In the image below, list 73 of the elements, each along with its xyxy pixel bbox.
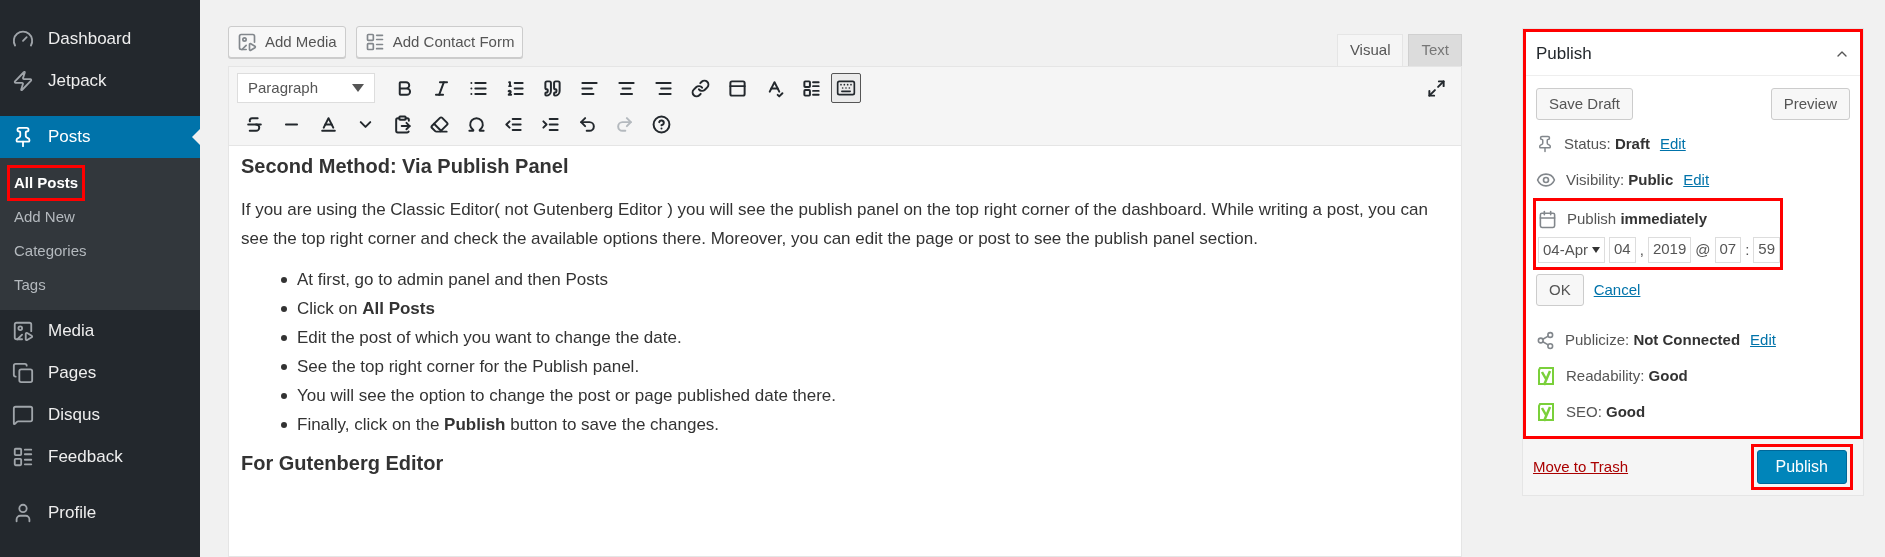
sidebar-menu-item[interactable]: Feedback bbox=[0, 436, 200, 478]
bullet-icon bbox=[281, 276, 287, 283]
year-field[interactable]: 2019 bbox=[1647, 237, 1692, 263]
submenu-item[interactable]: All Posts bbox=[10, 167, 83, 199]
share-icon bbox=[1536, 330, 1555, 350]
form-icon bbox=[364, 32, 385, 52]
bolt-icon bbox=[12, 70, 34, 92]
trash-link[interactable]: Move to Trash bbox=[1533, 455, 1629, 479]
bullet-icon bbox=[281, 363, 287, 370]
list-item: At first, go to admin panel and then Posts bbox=[297, 269, 608, 291]
sidebar-menu-item[interactable]: Profile bbox=[0, 492, 200, 534]
list-item: Click on All Posts bbox=[297, 298, 435, 320]
panel-title: Publish bbox=[1536, 42, 1592, 65]
time-separator: : bbox=[1745, 239, 1750, 260]
yoast-icon bbox=[1536, 365, 1556, 387]
content-heading: Second Method: Via Publish Panel bbox=[241, 154, 570, 179]
list-item: You will see the option to change the post or page published date there. bbox=[297, 385, 837, 407]
day-field[interactable]: 04 bbox=[1609, 237, 1636, 263]
sidebar-menu-item[interactable]: Pages bbox=[0, 352, 200, 394]
calendar-icon bbox=[1538, 209, 1557, 229]
month-select[interactable]: 04-Apr bbox=[1538, 237, 1606, 263]
edit-link[interactable]: Edit bbox=[1750, 328, 1776, 352]
yoast-icon bbox=[1536, 401, 1556, 423]
speech-bubble-icon bbox=[12, 404, 34, 426]
edit-link[interactable]: Edit bbox=[1683, 168, 1710, 192]
dropdown-arrow-icon bbox=[352, 84, 364, 92]
sidebar-menu-item[interactable]: Disqus bbox=[0, 394, 200, 436]
date-separator: , bbox=[1639, 239, 1644, 260]
submenu-item[interactable]: Add New bbox=[10, 201, 79, 233]
content-paragraph: If you are using the Classic Editor( not Gutenberg Editor ) you will see the publish panel on the top right corner of the dashboard. While writing a post, you can see the top right corner and check the available options there. Moreover, you can edit the page or post to see the publish panel section. bbox=[241, 199, 1429, 250]
submenu-item[interactable]: Tags bbox=[10, 269, 50, 301]
sidebar-menu-item[interactable]: Posts bbox=[0, 116, 200, 158]
sidebar-menu-item[interactable]: Media bbox=[0, 310, 200, 352]
current-pointer-icon bbox=[192, 129, 200, 145]
meta-label: Visibility: Public bbox=[1566, 169, 1674, 190]
preview-button[interactable]: Preview bbox=[1770, 88, 1850, 120]
list-item: Finally, click on the Publish button to save the changes. bbox=[297, 414, 720, 436]
ok-button[interactable]: OK bbox=[1536, 274, 1584, 306]
meta-label: Publicize: Not Connected bbox=[1565, 329, 1741, 350]
list-item: Edit the post of which you want to change the date. bbox=[297, 327, 682, 349]
minute-field[interactable]: 59 bbox=[1753, 237, 1781, 263]
bullet-icon bbox=[281, 305, 287, 312]
bullet-icon bbox=[281, 334, 287, 341]
editor-tab[interactable]: Visual bbox=[1336, 34, 1404, 66]
format-dropdown[interactable]: Paragraph bbox=[237, 73, 375, 103]
meta-label: SEO: Good bbox=[1566, 401, 1646, 422]
meta-label: Publish immediately bbox=[1567, 208, 1708, 229]
media-button[interactable]: Add Media bbox=[228, 26, 346, 58]
meta-label: Readability: Good bbox=[1566, 365, 1688, 386]
media-button[interactable]: Add Contact Form bbox=[355, 26, 524, 58]
dropdown-arrow-icon bbox=[1592, 247, 1601, 253]
edit-link[interactable]: Edit bbox=[1659, 132, 1686, 156]
submenu-item[interactable]: Categories bbox=[10, 235, 91, 267]
media-icon bbox=[12, 320, 34, 342]
sidebar-menu-item[interactable]: Jetpack bbox=[0, 60, 200, 102]
form-icon bbox=[12, 446, 34, 468]
bullet-icon bbox=[281, 392, 287, 399]
bullet-icon bbox=[281, 421, 287, 428]
meta-label: Status: Draft bbox=[1564, 133, 1650, 154]
sidebar-menu-item[interactable]: Dashboard bbox=[0, 18, 200, 60]
toolbar-toggle-button[interactable] bbox=[831, 73, 861, 103]
pages-icon bbox=[12, 362, 34, 384]
list-item: See the top right corner for the Publish panel. bbox=[297, 356, 640, 378]
eye-icon bbox=[1536, 170, 1556, 190]
media-icon bbox=[237, 32, 257, 52]
cancel-link[interactable]: Cancel bbox=[1593, 278, 1641, 302]
at-sign: @ bbox=[1695, 239, 1711, 260]
hour-field[interactable]: 07 bbox=[1714, 237, 1742, 263]
save-draft-button[interactable]: Save Draft bbox=[1536, 88, 1633, 120]
pin-icon bbox=[1536, 135, 1554, 153]
keyboard-icon bbox=[836, 78, 856, 98]
publish-button[interactable]: Publish bbox=[1756, 450, 1847, 484]
content-heading: For Gutenberg Editor bbox=[241, 451, 445, 476]
